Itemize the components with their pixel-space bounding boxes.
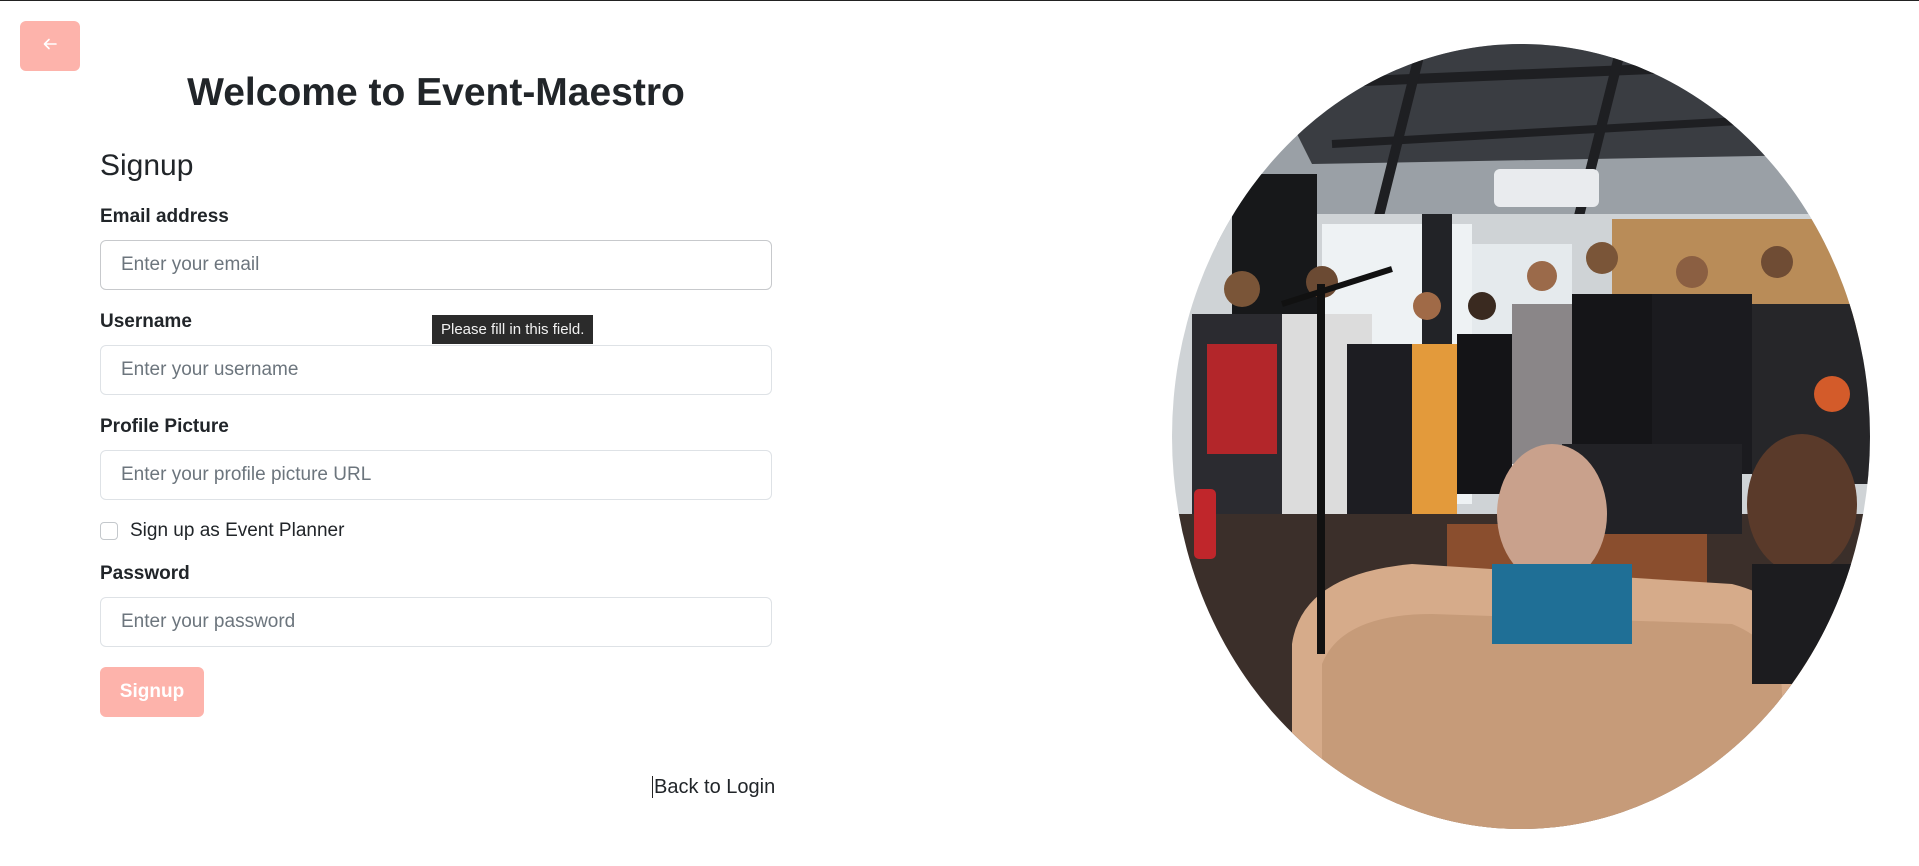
event-planner-checkbox[interactable]	[100, 521, 118, 540]
profile-picture-group: Profile Picture	[100, 415, 772, 500]
back-to-login-link[interactable]: Back to Login	[652, 776, 775, 798]
password-label: Password	[100, 562, 190, 584]
profile-picture-field[interactable]	[100, 449, 772, 500]
back-button[interactable]	[20, 21, 80, 71]
event-planner-row: Sign up as Event Planner	[100, 520, 772, 542]
email-group: Email address	[100, 206, 772, 290]
email-label: Email address	[100, 206, 229, 227]
form-heading: Signup	[100, 149, 194, 182]
event-photo-illustration	[1172, 44, 1870, 829]
password-group: Password	[100, 562, 772, 647]
email-field[interactable]	[100, 239, 772, 290]
arrow-left-icon	[42, 36, 58, 57]
page-title: Welcome to Event-Maestro	[187, 71, 685, 114]
profile-picture-label: Profile Picture	[100, 415, 229, 437]
event-planner-label[interactable]: Sign up as Event Planner	[130, 520, 344, 542]
password-field[interactable]	[100, 596, 772, 647]
event-photo	[1172, 44, 1870, 829]
username-field[interactable]	[100, 344, 772, 395]
signup-form: Signup Email address Username Profile Pi…	[100, 151, 772, 717]
signup-button[interactable]: Signup	[100, 666, 204, 717]
signup-page: Welcome to Event-Maestro Signup Email ad…	[0, 0, 1919, 866]
validation-tooltip: Please fill in this field.	[432, 315, 594, 344]
